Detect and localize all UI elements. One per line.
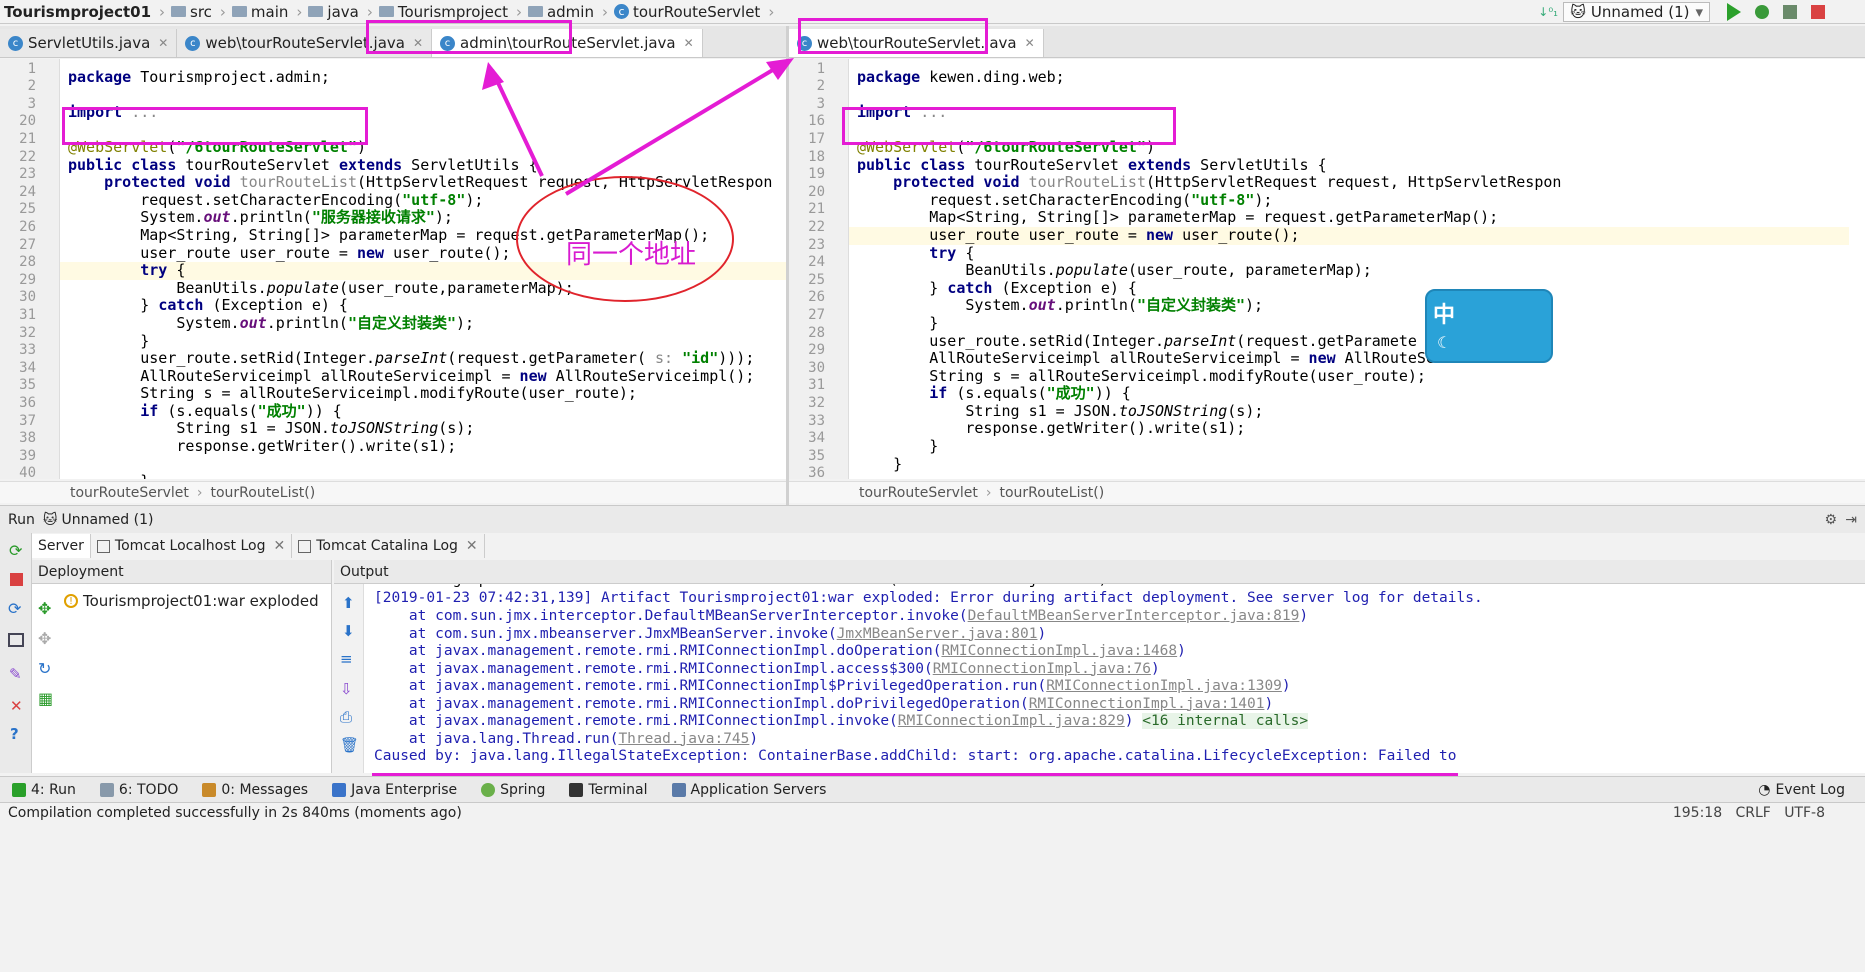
deploy-actions: ✥ ✥ ↻ ▦ <box>38 594 53 714</box>
tool-window-bar: 4: Run 6: TODO 0: Messages Java Enterpri… <box>0 776 1865 802</box>
tab-localhost-log[interactable]: Tomcat Localhost Log ✕ <box>91 534 293 558</box>
tab-server[interactable]: Server <box>32 534 91 558</box>
todo-icon <box>99 782 114 797</box>
warning-icon: ! <box>64 594 78 608</box>
java-enterprise-icon <box>332 782 347 797</box>
tool-application-servers[interactable]: Application Servers <box>671 782 826 798</box>
run-side-toolbar: ⟳ ⟳ ✎ ✕ ? <box>0 533 32 773</box>
help-icon[interactable]: ? <box>10 725 19 743</box>
stop-run-icon[interactable] <box>10 573 23 586</box>
close-run-icon[interactable]: ✕ <box>10 697 23 715</box>
settings-icon[interactable]: ⚙ <box>1824 512 1837 528</box>
tomcat-icon: 🐱 <box>42 511 58 528</box>
caret-position[interactable]: 195:18 <box>1673 805 1722 821</box>
pin-icon[interactable]: ✎ <box>9 665 22 683</box>
run-title: Run <box>8 511 35 528</box>
close-icon[interactable]: ✕ <box>273 538 285 554</box>
log-icon <box>96 539 110 553</box>
console-text: at org.apache.tomcat.util.modeler.BaseMo… <box>374 584 1483 764</box>
tool-run[interactable]: 4: Run <box>12 782 76 798</box>
event-log-icon: ◔ <box>1758 781 1771 798</box>
deployment-pane: Deployment ✥ ✥ ↻ ▦ ! Tourismproject01:wa… <box>32 560 332 773</box>
spring-icon <box>481 782 496 797</box>
tab-catalina-log[interactable]: Tomcat Catalina Log ✕ <box>292 534 485 558</box>
messages-icon <box>202 782 217 797</box>
tool-messages[interactable]: 0: Messages <box>202 782 308 798</box>
undeploy-icon[interactable]: ✥ <box>38 624 53 654</box>
line-separator[interactable]: CRLF <box>1735 805 1770 821</box>
deployment-item[interactable]: ! Tourismproject01:war exploded <box>64 592 319 610</box>
output-header: Output <box>334 560 1865 584</box>
deploy-icon[interactable]: ✥ <box>38 594 53 624</box>
layout-icon[interactable] <box>8 633 24 647</box>
status-message: Compilation completed successfully in 2s… <box>8 805 462 821</box>
deployment-header: Deployment <box>32 560 331 584</box>
run-panel-header: Run 🐱 Unnamed (1) ⚙ ⇥ <box>0 505 1865 533</box>
tool-java-enterprise[interactable]: Java Enterprise <box>332 782 457 798</box>
tool-todo[interactable]: 6: TODO <box>99 782 178 798</box>
run-config-label: Unnamed (1) <box>61 511 154 528</box>
run-tabs: Server Tomcat Localhost Log ✕ Tomcat Cata… <box>32 533 485 559</box>
tool-terminal[interactable]: Terminal <box>569 782 648 798</box>
terminal-icon <box>569 782 584 797</box>
run-tool-icon <box>12 782 26 797</box>
tool-event-log[interactable]: ◔ Event Log <box>1758 782 1845 798</box>
log-icon <box>298 539 312 553</box>
hide-icon[interactable]: ⇥ <box>1845 512 1857 528</box>
status-right: 195:18 CRLF UTF-8 <box>1673 805 1825 821</box>
status-bar: Compilation completed successfully in 2s… <box>0 802 1865 972</box>
output-pane[interactable]: Output ⬆ ⬇ ≡ ⇩ ⎙ 🗑 at org.apache.tomcat.… <box>334 560 1865 773</box>
file-encoding[interactable]: UTF-8 <box>1784 805 1825 821</box>
artifact-icon[interactable]: ▦ <box>38 684 53 714</box>
tool-spring[interactable]: Spring <box>481 782 545 798</box>
redeploy-icon[interactable]: ↻ <box>38 654 53 684</box>
close-icon[interactable]: ✕ <box>466 538 478 554</box>
rerun-icon[interactable]: ⟳ <box>9 541 22 560</box>
servers-icon <box>671 782 686 797</box>
update-icon[interactable]: ⟳ <box>8 599 21 618</box>
